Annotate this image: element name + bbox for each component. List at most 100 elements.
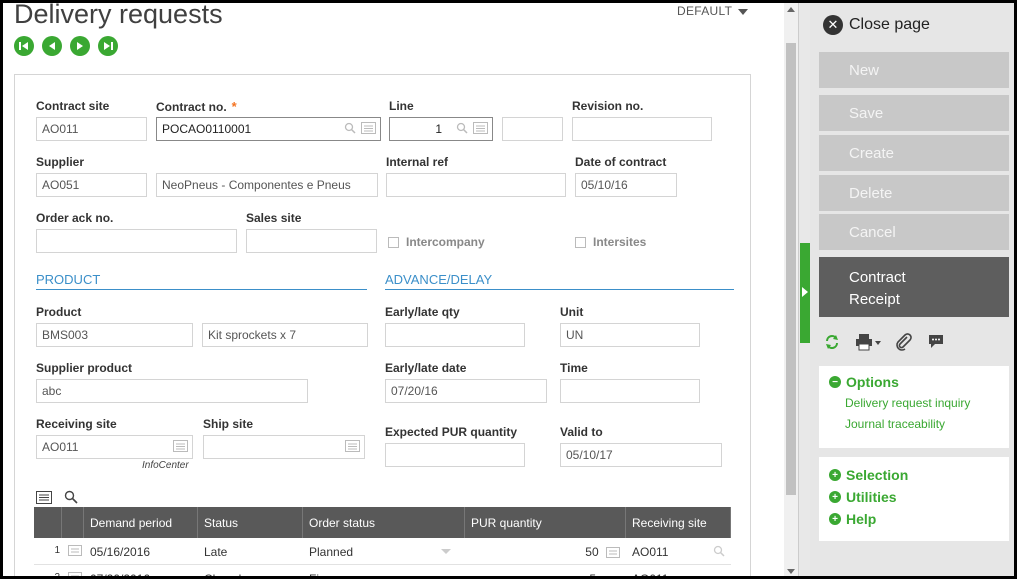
checkbox-box[interactable]	[388, 236, 399, 248]
print-icon[interactable]	[855, 333, 881, 351]
details-icon[interactable]	[606, 547, 620, 559]
contract-no-label: Contract no. *	[156, 99, 237, 114]
unit-label: Unit	[560, 305, 584, 319]
table-row[interactable]: 2 07/20/2016 Closed Firm 5 AO011	[34, 565, 731, 576]
delivery-request-inquiry-link[interactable]: Delivery request inquiry	[829, 396, 999, 410]
details-icon[interactable]	[361, 122, 376, 134]
contract-no-field[interactable]: POCAO0110001	[156, 117, 381, 141]
col-receiving-site[interactable]: Receiving site	[626, 507, 731, 538]
cell-receiving-site[interactable]: AO011	[626, 565, 731, 576]
contract-receipt-button[interactable]: Contract Receipt	[819, 257, 1009, 317]
revision-no-field[interactable]	[572, 117, 712, 141]
cancel-button[interactable]: Cancel	[819, 214, 1009, 250]
cell-demand-period[interactable]: 07/20/2016	[84, 565, 198, 576]
intercompany-label: Intercompany	[406, 235, 485, 249]
last-record-icon[interactable]	[98, 36, 118, 56]
receiving-site-field[interactable]: AO011	[36, 435, 193, 459]
sales-site-field[interactable]	[246, 229, 377, 253]
sales-site-label: Sales site	[246, 211, 302, 225]
search-icon[interactable]	[713, 545, 725, 557]
details-icon[interactable]	[173, 440, 188, 452]
receiving-site-value: AO011	[42, 440, 79, 454]
cell-receiving-site[interactable]: AO011	[626, 538, 731, 564]
search-icon[interactable]	[456, 122, 468, 134]
contract-site-label: Contract site	[36, 99, 110, 113]
delete-button[interactable]: Delete	[819, 175, 1009, 211]
valid-to-field[interactable]: 05/10/17	[560, 443, 722, 467]
cell-pur-quantity[interactable]: 50	[465, 538, 626, 564]
comments-icon[interactable]	[927, 333, 945, 351]
ship-site-field[interactable]	[203, 435, 365, 459]
infocenter-link[interactable]: InfoCenter	[142, 460, 189, 471]
cell-order-status[interactable]: Firm	[303, 565, 465, 576]
product-code-field[interactable]: BMS003	[36, 323, 193, 347]
scrollbar-thumb[interactable]	[786, 43, 796, 495]
scroll-down-icon[interactable]	[787, 569, 795, 574]
row-detail-icon[interactable]	[62, 565, 84, 576]
time-field[interactable]	[560, 379, 700, 403]
expected-pur-qty-label: Expected PUR quantity	[385, 425, 518, 439]
cell-order-status[interactable]: Planned	[303, 538, 465, 564]
utilities-header[interactable]: + Utilities	[829, 489, 999, 505]
intersites-checkbox[interactable]: Intersites	[575, 235, 646, 249]
supplier-product-field[interactable]: abc	[36, 379, 308, 403]
product-section-title: PRODUCT	[36, 272, 367, 290]
intercompany-checkbox[interactable]: Intercompany	[388, 235, 485, 249]
cell-pur-quantity[interactable]: 5	[465, 565, 626, 576]
col-order-status[interactable]: Order status	[303, 507, 465, 538]
view-selector[interactable]: DEFAULT	[677, 4, 749, 18]
col-demand-period[interactable]: Demand period	[84, 507, 198, 538]
main-scrollbar[interactable]	[784, 3, 798, 576]
chevron-right-icon[interactable]	[802, 287, 808, 297]
table-row[interactable]: 1 05/16/2016 Late Planned 50 AO011	[34, 538, 731, 565]
supplier-product-label: Supplier product	[36, 361, 132, 375]
internal-ref-field[interactable]	[386, 173, 566, 197]
early-late-qty-field[interactable]	[385, 323, 525, 347]
scroll-up-icon[interactable]	[787, 7, 795, 12]
expected-pur-qty-field[interactable]	[385, 443, 525, 467]
selection-header[interactable]: + Selection	[829, 467, 999, 483]
refresh-icon[interactable]	[823, 333, 841, 351]
row-detail-icon[interactable]	[62, 538, 84, 564]
side-toolbar	[823, 333, 945, 351]
selection-title: Selection	[846, 467, 909, 483]
first-record-icon[interactable]	[14, 36, 34, 56]
early-late-date-field[interactable]: 07/20/16	[385, 379, 547, 403]
minus-icon: −	[829, 376, 841, 388]
journal-traceability-link[interactable]: Journal traceability	[829, 417, 999, 431]
checkbox-box[interactable]	[575, 236, 586, 248]
attachment-icon[interactable]	[895, 333, 913, 351]
unit-field[interactable]: UN	[560, 323, 700, 347]
pur-quantity-value: 50	[585, 545, 599, 559]
new-button[interactable]: New	[819, 52, 1009, 88]
details-icon[interactable]	[473, 122, 488, 134]
details-icon[interactable]	[345, 440, 360, 452]
line-extra-field[interactable]	[502, 117, 563, 141]
close-page-button[interactable]: ✕ Close page	[823, 15, 930, 35]
contract-site-field[interactable]: AO011	[36, 117, 147, 141]
create-button[interactable]: Create	[819, 135, 1009, 171]
options-header[interactable]: − Options	[829, 374, 999, 390]
col-pur-quantity[interactable]: PUR quantity	[465, 507, 626, 538]
cell-status[interactable]: Closed	[198, 565, 303, 576]
grid-search-icon[interactable]	[64, 490, 78, 504]
chevron-down-icon[interactable]	[441, 549, 451, 554]
next-record-icon[interactable]	[70, 36, 90, 56]
time-label: Time	[560, 361, 588, 375]
search-icon[interactable]	[344, 122, 356, 134]
supplier-label: Supplier	[36, 155, 85, 169]
order-ack-no-field[interactable]	[36, 229, 237, 253]
grid-details-icon[interactable]	[36, 490, 52, 504]
date-of-contract-field[interactable]: 05/10/16	[575, 173, 677, 197]
previous-record-icon[interactable]	[42, 36, 62, 56]
valid-to-label: Valid to	[560, 425, 603, 439]
cell-status[interactable]: Late	[198, 538, 303, 564]
help-header[interactable]: + Help	[829, 511, 999, 527]
save-button[interactable]: Save	[819, 95, 1009, 131]
supplier-code-field[interactable]: AO051	[36, 173, 147, 197]
col-status[interactable]: Status	[198, 507, 303, 538]
more-actions-panel: + Selection + Utilities + Help	[819, 457, 1009, 541]
cell-demand-period[interactable]: 05/16/2016	[84, 538, 198, 564]
line-field[interactable]: 1	[389, 117, 493, 141]
receiving-site-label: Receiving site	[36, 417, 117, 431]
